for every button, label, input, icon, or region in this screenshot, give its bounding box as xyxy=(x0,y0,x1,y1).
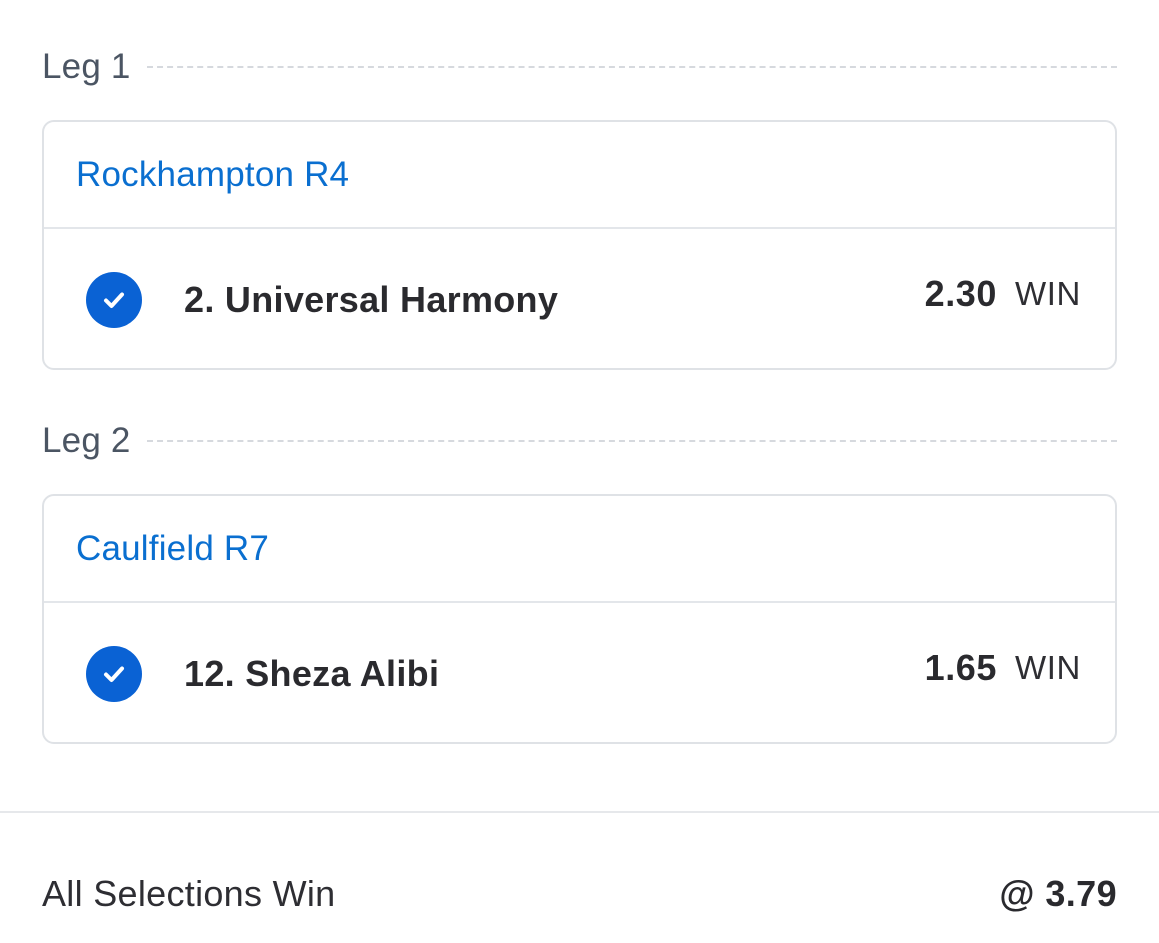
leg-1-divider xyxy=(146,66,1117,68)
leg-2-title: Leg 2 xyxy=(42,421,131,460)
leg-1-race-link[interactable]: Rockhampton R4 xyxy=(76,155,349,195)
check-circle-icon[interactable] xyxy=(86,271,142,328)
leg-1-card: Rockhampton R4 2. Universal Harmony 2.30… xyxy=(42,120,1117,370)
leg-2-bet-type: WIN xyxy=(1015,648,1081,686)
leg-1-price: 2.30 xyxy=(924,272,998,314)
check-circle-icon[interactable] xyxy=(86,645,142,702)
leg-2-runner-name: 12. Sheza Alibi xyxy=(184,652,440,694)
leg-1-header: Leg 1 xyxy=(42,45,1117,89)
summary-divider xyxy=(0,811,1159,813)
leg-1-selection-row[interactable]: 2. Universal Harmony 2.30 WIN xyxy=(44,229,1115,368)
leg-2-race-link[interactable]: Caulfield R7 xyxy=(76,529,269,569)
leg-2-header: Leg 2 xyxy=(42,419,1117,463)
leg-2-selection-row[interactable]: 12. Sheza Alibi 1.65 WIN xyxy=(44,603,1115,742)
leg-2-card: Caulfield R7 12. Sheza Alibi 1.65 WIN xyxy=(42,494,1117,744)
summary-label: All Selections Win xyxy=(42,873,336,914)
leg-2-price: 1.65 xyxy=(924,646,998,688)
checkmark-icon xyxy=(104,292,124,308)
checkmark-icon xyxy=(104,666,124,682)
summary-row: All Selections Win @ 3.79 xyxy=(42,866,1117,922)
leg-2-card-header: Caulfield R7 xyxy=(44,496,1115,603)
leg-1-bet-type: WIN xyxy=(1015,274,1081,312)
leg-1-title: Leg 1 xyxy=(42,47,131,86)
summary-odds: @ 3.79 xyxy=(999,873,1117,914)
leg-1-runner-name: 2. Universal Harmony xyxy=(184,278,559,320)
leg-2-divider xyxy=(146,440,1117,442)
leg-1-card-header: Rockhampton R4 xyxy=(44,122,1115,229)
